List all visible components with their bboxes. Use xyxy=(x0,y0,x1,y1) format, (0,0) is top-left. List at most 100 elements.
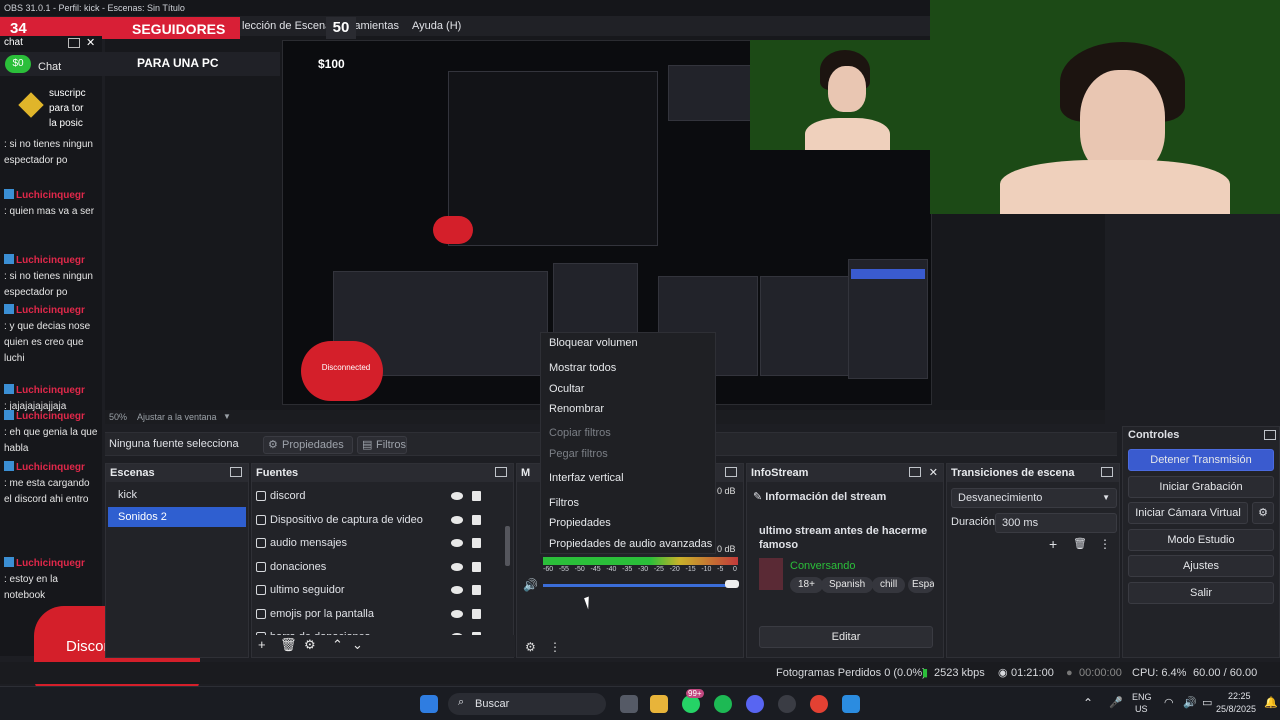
menu-properties[interactable]: Propiedades xyxy=(549,517,611,529)
menu-lock-volume[interactable]: Bloquear volumen xyxy=(549,337,638,349)
notifications-icon[interactable]: 🔔 xyxy=(1264,696,1278,709)
more-icon[interactable]: ⋮ xyxy=(1099,537,1111,551)
start-recording-button[interactable]: Iniciar Grabación xyxy=(1128,476,1274,498)
chat-username: Luchicinquegr xyxy=(16,558,85,569)
chevron-down-icon[interactable]: ▼ xyxy=(223,410,231,424)
user-badge-icon xyxy=(4,557,14,567)
menu-show-all[interactable]: Mostrar todos xyxy=(549,362,616,374)
source-item[interactable]: discord xyxy=(256,485,493,507)
trash-icon[interactable]: 🗑 xyxy=(1073,537,1087,550)
add-icon[interactable]: + xyxy=(1049,536,1057,552)
trash-icon[interactable]: 🗑 xyxy=(280,637,297,653)
more-icon[interactable]: ⋮ xyxy=(549,640,561,654)
undock-icon[interactable] xyxy=(1264,430,1276,440)
menu-hide[interactable]: Ocultar xyxy=(549,383,584,395)
volume-meter xyxy=(543,557,738,565)
undock-icon[interactable] xyxy=(495,467,507,477)
volume-slider[interactable] xyxy=(543,584,733,587)
studio-mode-button[interactable]: Modo Estudio xyxy=(1128,529,1274,551)
filters-button[interactable]: ▤ Filtros xyxy=(357,436,407,454)
add-icon[interactable]: + xyxy=(258,637,266,652)
source-type-icon xyxy=(256,538,266,548)
undock-icon[interactable] xyxy=(725,467,737,477)
clock-date[interactable]: 25/8/2025 xyxy=(1216,704,1256,714)
chevron-up-icon[interactable]: ⌃ xyxy=(1083,696,1093,710)
menu-advanced-audio[interactable]: Propiedades de audio avanzadas xyxy=(549,538,712,550)
source-item[interactable]: audio mensajes xyxy=(256,532,493,554)
menu-rename[interactable]: Renombrar xyxy=(549,403,604,415)
speaker-icon[interactable]: 🔊 xyxy=(523,578,538,592)
close-icon[interactable]: ✕ xyxy=(86,36,95,49)
windows-start-icon[interactable] xyxy=(420,695,438,713)
edit-button[interactable]: Editar xyxy=(759,626,933,648)
eye-icon[interactable] xyxy=(451,515,463,524)
chat-tab[interactable]: chat xyxy=(4,37,23,48)
app-icon[interactable] xyxy=(842,695,860,713)
file-explorer-icon[interactable] xyxy=(650,695,668,713)
lock-icon[interactable] xyxy=(472,608,481,619)
stream-title: ultimo stream antes de hacerme famoso xyxy=(759,525,928,551)
settings-button[interactable]: Ajustes xyxy=(1128,555,1274,577)
source-item[interactable]: donaciones xyxy=(256,556,493,578)
source-item[interactable]: ultimo seguidor xyxy=(256,579,493,601)
exit-button[interactable]: Salir xyxy=(1128,582,1274,604)
undock-icon[interactable] xyxy=(230,467,242,477)
lock-icon[interactable] xyxy=(472,585,481,595)
scene-item[interactable]: kick xyxy=(108,485,246,505)
transition-select[interactable]: Desvanecimiento ▼ xyxy=(951,488,1117,508)
arrow-down-icon[interactable]: ⌄ xyxy=(352,637,363,653)
spotify-icon[interactable] xyxy=(714,695,732,713)
discord-icon[interactable] xyxy=(746,695,764,713)
eye-icon[interactable] xyxy=(451,562,463,571)
lock-icon[interactable] xyxy=(472,538,481,548)
scrollbar[interactable] xyxy=(505,526,510,566)
microphone-icon[interactable]: 🎤 xyxy=(1109,696,1123,709)
start-virtual-camera-button[interactable]: Iniciar Cámara Virtual xyxy=(1128,502,1248,524)
menu-filters[interactable]: Filtros xyxy=(549,497,579,509)
close-icon[interactable]: ✕ xyxy=(929,464,938,482)
duration-input[interactable]: 300 ms xyxy=(995,513,1117,533)
stream-info-header: ✎ Información del stream xyxy=(753,491,887,503)
gear-icon[interactable]: ⚙ xyxy=(304,637,316,653)
task-view-icon[interactable] xyxy=(620,695,638,713)
source-item[interactable]: emojis por la pantalla xyxy=(256,603,493,625)
obs-icon[interactable] xyxy=(778,695,796,713)
gear-icon: ⚙ xyxy=(268,439,278,451)
stop-streaming-button[interactable]: Detener Transmisión xyxy=(1128,449,1274,471)
live-time: 01:21:00 xyxy=(1011,667,1054,679)
battery-icon[interactable]: ▭ xyxy=(1202,696,1212,709)
chat-message: Luchicinquegr: y que decias nose quien e… xyxy=(4,303,100,367)
language-secondary[interactable]: US xyxy=(1135,704,1148,714)
undock-icon[interactable] xyxy=(68,38,80,48)
wifi-icon[interactable]: ◠ xyxy=(1164,696,1174,709)
undock-icon[interactable] xyxy=(909,467,921,477)
menu-help[interactable]: Ayuda (H) xyxy=(412,16,461,36)
properties-button[interactable]: ⚙ Propiedades xyxy=(263,436,353,454)
tag: chill xyxy=(872,577,906,593)
volume-icon[interactable]: 🔊 xyxy=(1183,696,1197,709)
scene-item-selected[interactable]: Sonidos 2 xyxy=(108,507,246,527)
undock-icon[interactable] xyxy=(1101,467,1113,477)
search-box[interactable]: ⌕ Buscar xyxy=(448,693,606,715)
chrome-icon[interactable] xyxy=(810,695,828,713)
eye-icon[interactable] xyxy=(451,609,463,618)
source-item[interactable]: Dispositivo de captura de video xyxy=(256,509,493,531)
lock-icon[interactable] xyxy=(472,514,481,525)
user-badge-icon xyxy=(4,189,14,199)
fit-dropdown[interactable]: Ajustar a la ventana xyxy=(137,410,217,424)
eye-icon[interactable] xyxy=(451,539,463,547)
eye-icon[interactable] xyxy=(451,586,463,594)
lock-icon[interactable] xyxy=(472,561,481,572)
clock-time[interactable]: 22:25 xyxy=(1228,691,1251,701)
gear-icon[interactable]: ⚙ xyxy=(525,640,536,654)
user-badge-icon xyxy=(4,410,14,420)
language-primary[interactable]: ENG xyxy=(1132,692,1152,702)
gear-icon[interactable]: ⚙ xyxy=(1252,502,1274,524)
source-type-icon xyxy=(256,608,266,619)
arrow-up-icon[interactable]: ⌃ xyxy=(332,637,343,653)
menu-vertical-layout[interactable]: Interfaz vertical xyxy=(549,472,624,484)
volume-slider-handle[interactable] xyxy=(725,580,739,588)
lock-icon[interactable] xyxy=(472,491,481,501)
eye-icon[interactable] xyxy=(451,492,463,500)
menu-scene-collection[interactable]: lección de Escenas xyxy=(242,16,337,36)
